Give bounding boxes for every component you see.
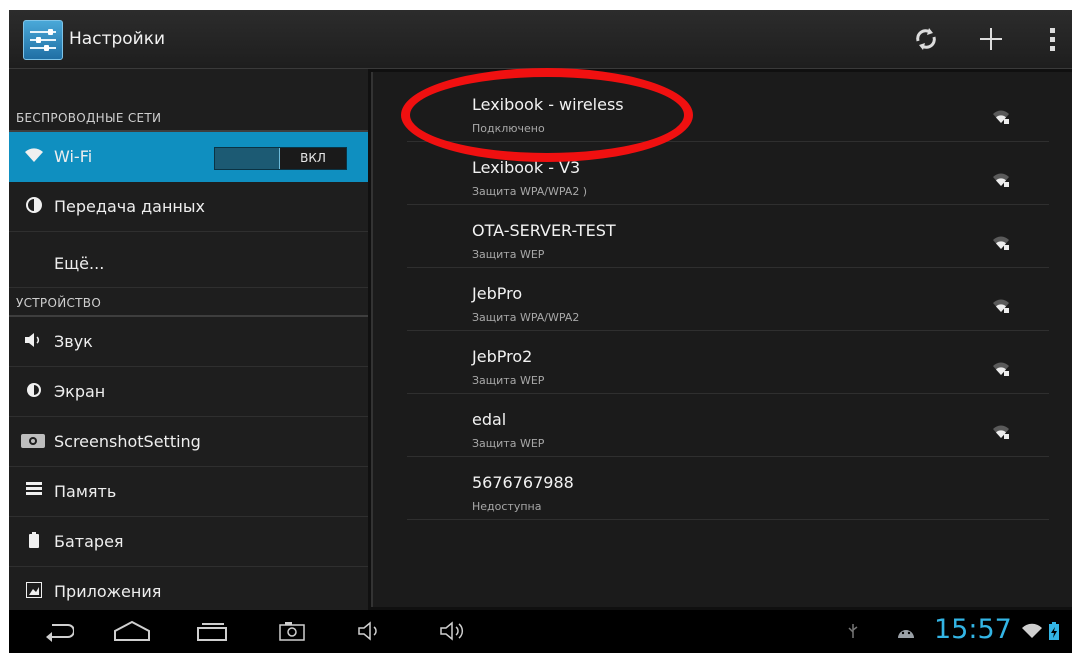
- network-status: Защита WEP: [472, 437, 545, 450]
- settings-sidebar: БЕСПРОВОДНЫЕ СЕТИ Wi-Fi ВКЛ Передача дан…: [9, 69, 368, 610]
- network-ssid: JebPro2: [472, 347, 533, 366]
- sidebar-item-data-usage[interactable]: Передача данных: [9, 182, 368, 232]
- network-ssid: edal: [472, 410, 507, 429]
- battery-icon: [25, 532, 43, 550]
- volume-down-button[interactable]: [355, 616, 385, 646]
- network-ssid: OTA-SERVER-TEST: [472, 221, 616, 240]
- network-status: Подключено: [472, 122, 545, 135]
- brightness-icon: [25, 382, 43, 400]
- home-button[interactable]: [112, 616, 152, 646]
- network-ssid: Lexibook - wireless: [472, 95, 624, 114]
- home-icon: [114, 620, 150, 641]
- sidebar-item-label: Ещё...: [54, 254, 105, 273]
- speaker-icon: [25, 332, 43, 350]
- wifi-signal-lock-icon: [993, 299, 1009, 313]
- back-button[interactable]: [41, 616, 77, 646]
- network-status: Защита WEP: [472, 248, 545, 261]
- section-header-device: УСТРОЙСТВО: [9, 288, 368, 317]
- network-ssid: 5676767988: [472, 473, 574, 492]
- sidebar-item-more[interactable]: Ещё...: [9, 232, 368, 288]
- storage-icon: [25, 482, 43, 500]
- network-status: Защита WEP: [472, 374, 545, 387]
- sidebar-item-label: Экран: [54, 382, 106, 401]
- network-ssid: JebPro: [472, 284, 523, 303]
- battery-status-icon: [1047, 616, 1061, 646]
- android-debug-icon: [895, 616, 917, 646]
- sidebar-item-label: Wi-Fi: [54, 147, 93, 166]
- wifi-toggle-label: ВКЛ: [279, 148, 346, 169]
- network-status: Защита WPA/WPA2: [472, 311, 580, 324]
- wifi-toggle[interactable]: ВКЛ: [214, 147, 347, 170]
- wifi-network-item[interactable]: JebPro Защита WPA/WPA2: [407, 268, 1049, 331]
- plus-icon: [980, 28, 1002, 50]
- camera-icon: [21, 432, 45, 450]
- volume-up-button[interactable]: [437, 616, 471, 646]
- overflow-menu-button[interactable]: [1039, 23, 1065, 55]
- usb-icon: [845, 616, 861, 646]
- sidebar-item-sound[interactable]: Звук: [9, 317, 368, 367]
- wifi-icon: [25, 147, 43, 165]
- wifi-network-item[interactable]: 5676767988 Недоступна: [407, 457, 1049, 520]
- sidebar-item-label: ScreenshotSetting: [54, 432, 201, 451]
- data-usage-icon: [25, 197, 43, 215]
- sync-button[interactable]: [907, 23, 945, 55]
- app-title: Настройки: [69, 29, 166, 49]
- clock: 15:57: [934, 614, 1012, 645]
- sidebar-item-label: Приложения: [54, 582, 162, 601]
- sidebar-item-battery[interactable]: Батарея: [9, 517, 368, 567]
- screenshot-button[interactable]: [277, 616, 307, 646]
- sidebar-item-screenshot[interactable]: ScreenshotSetting: [9, 417, 368, 467]
- section-header-wireless: БЕСПРОВОДНЫЕ СЕТИ: [9, 69, 368, 132]
- network-ssid: Lexibook - V3: [472, 158, 581, 177]
- network-status: Недоступна: [472, 500, 542, 513]
- wifi-status-icon: [1021, 616, 1043, 646]
- wifi-signal-lock-icon: [993, 173, 1009, 187]
- volume-down-icon: [358, 621, 377, 641]
- system-bar: 15:57: [9, 610, 1072, 653]
- wifi-signal-lock-icon: [993, 425, 1009, 439]
- add-network-button[interactable]: [972, 23, 1010, 55]
- apps-icon: [25, 581, 43, 600]
- overflow-menu-icon: [1049, 27, 1055, 33]
- screenshot-icon: [279, 622, 305, 641]
- sidebar-item-label: Память: [54, 482, 117, 501]
- sidebar-item-label: Батарея: [54, 532, 124, 551]
- sidebar-item-display[interactable]: Экран: [9, 367, 368, 417]
- sidebar-item-storage[interactable]: Память: [9, 467, 368, 517]
- wifi-network-item[interactable]: Lexibook - V3 Защита WPA/WPA2 ): [407, 142, 1049, 205]
- network-status: Защита WPA/WPA2 ): [472, 185, 588, 198]
- wifi-network-item[interactable]: edal Защита WEP: [407, 394, 1049, 457]
- wifi-network-list: Lexibook - wireless Подключено Lexibook - …: [371, 72, 1072, 607]
- back-icon: [46, 624, 74, 642]
- wifi-network-item[interactable]: JebPro2 Защита WEP: [407, 331, 1049, 394]
- action-bar: Настройки: [9, 10, 1072, 69]
- wifi-network-item[interactable]: Lexibook - wireless Подключено: [407, 79, 1049, 142]
- sidebar-item-label: Звук: [54, 332, 93, 351]
- recent-apps-icon: [197, 623, 227, 641]
- recent-apps-button[interactable]: [194, 616, 230, 646]
- screen: Настройки БЕСПРОВОДНЫЕ СЕТИ Wi-Fi ВКЛ Пе…: [9, 10, 1072, 653]
- wifi-signal-lock-icon: [993, 236, 1009, 250]
- wifi-network-item[interactable]: OTA-SERVER-TEST Защита WEP: [407, 205, 1049, 268]
- wifi-signal-lock-icon: [993, 110, 1009, 124]
- sidebar-item-label: Передача данных: [54, 197, 205, 216]
- sync-icon: [916, 28, 936, 50]
- wifi-signal-lock-icon: [993, 362, 1009, 376]
- sidebar-item-wifi[interactable]: Wi-Fi ВКЛ: [9, 132, 368, 182]
- volume-up-icon: [440, 621, 464, 641]
- settings-sliders-icon[interactable]: [23, 20, 63, 60]
